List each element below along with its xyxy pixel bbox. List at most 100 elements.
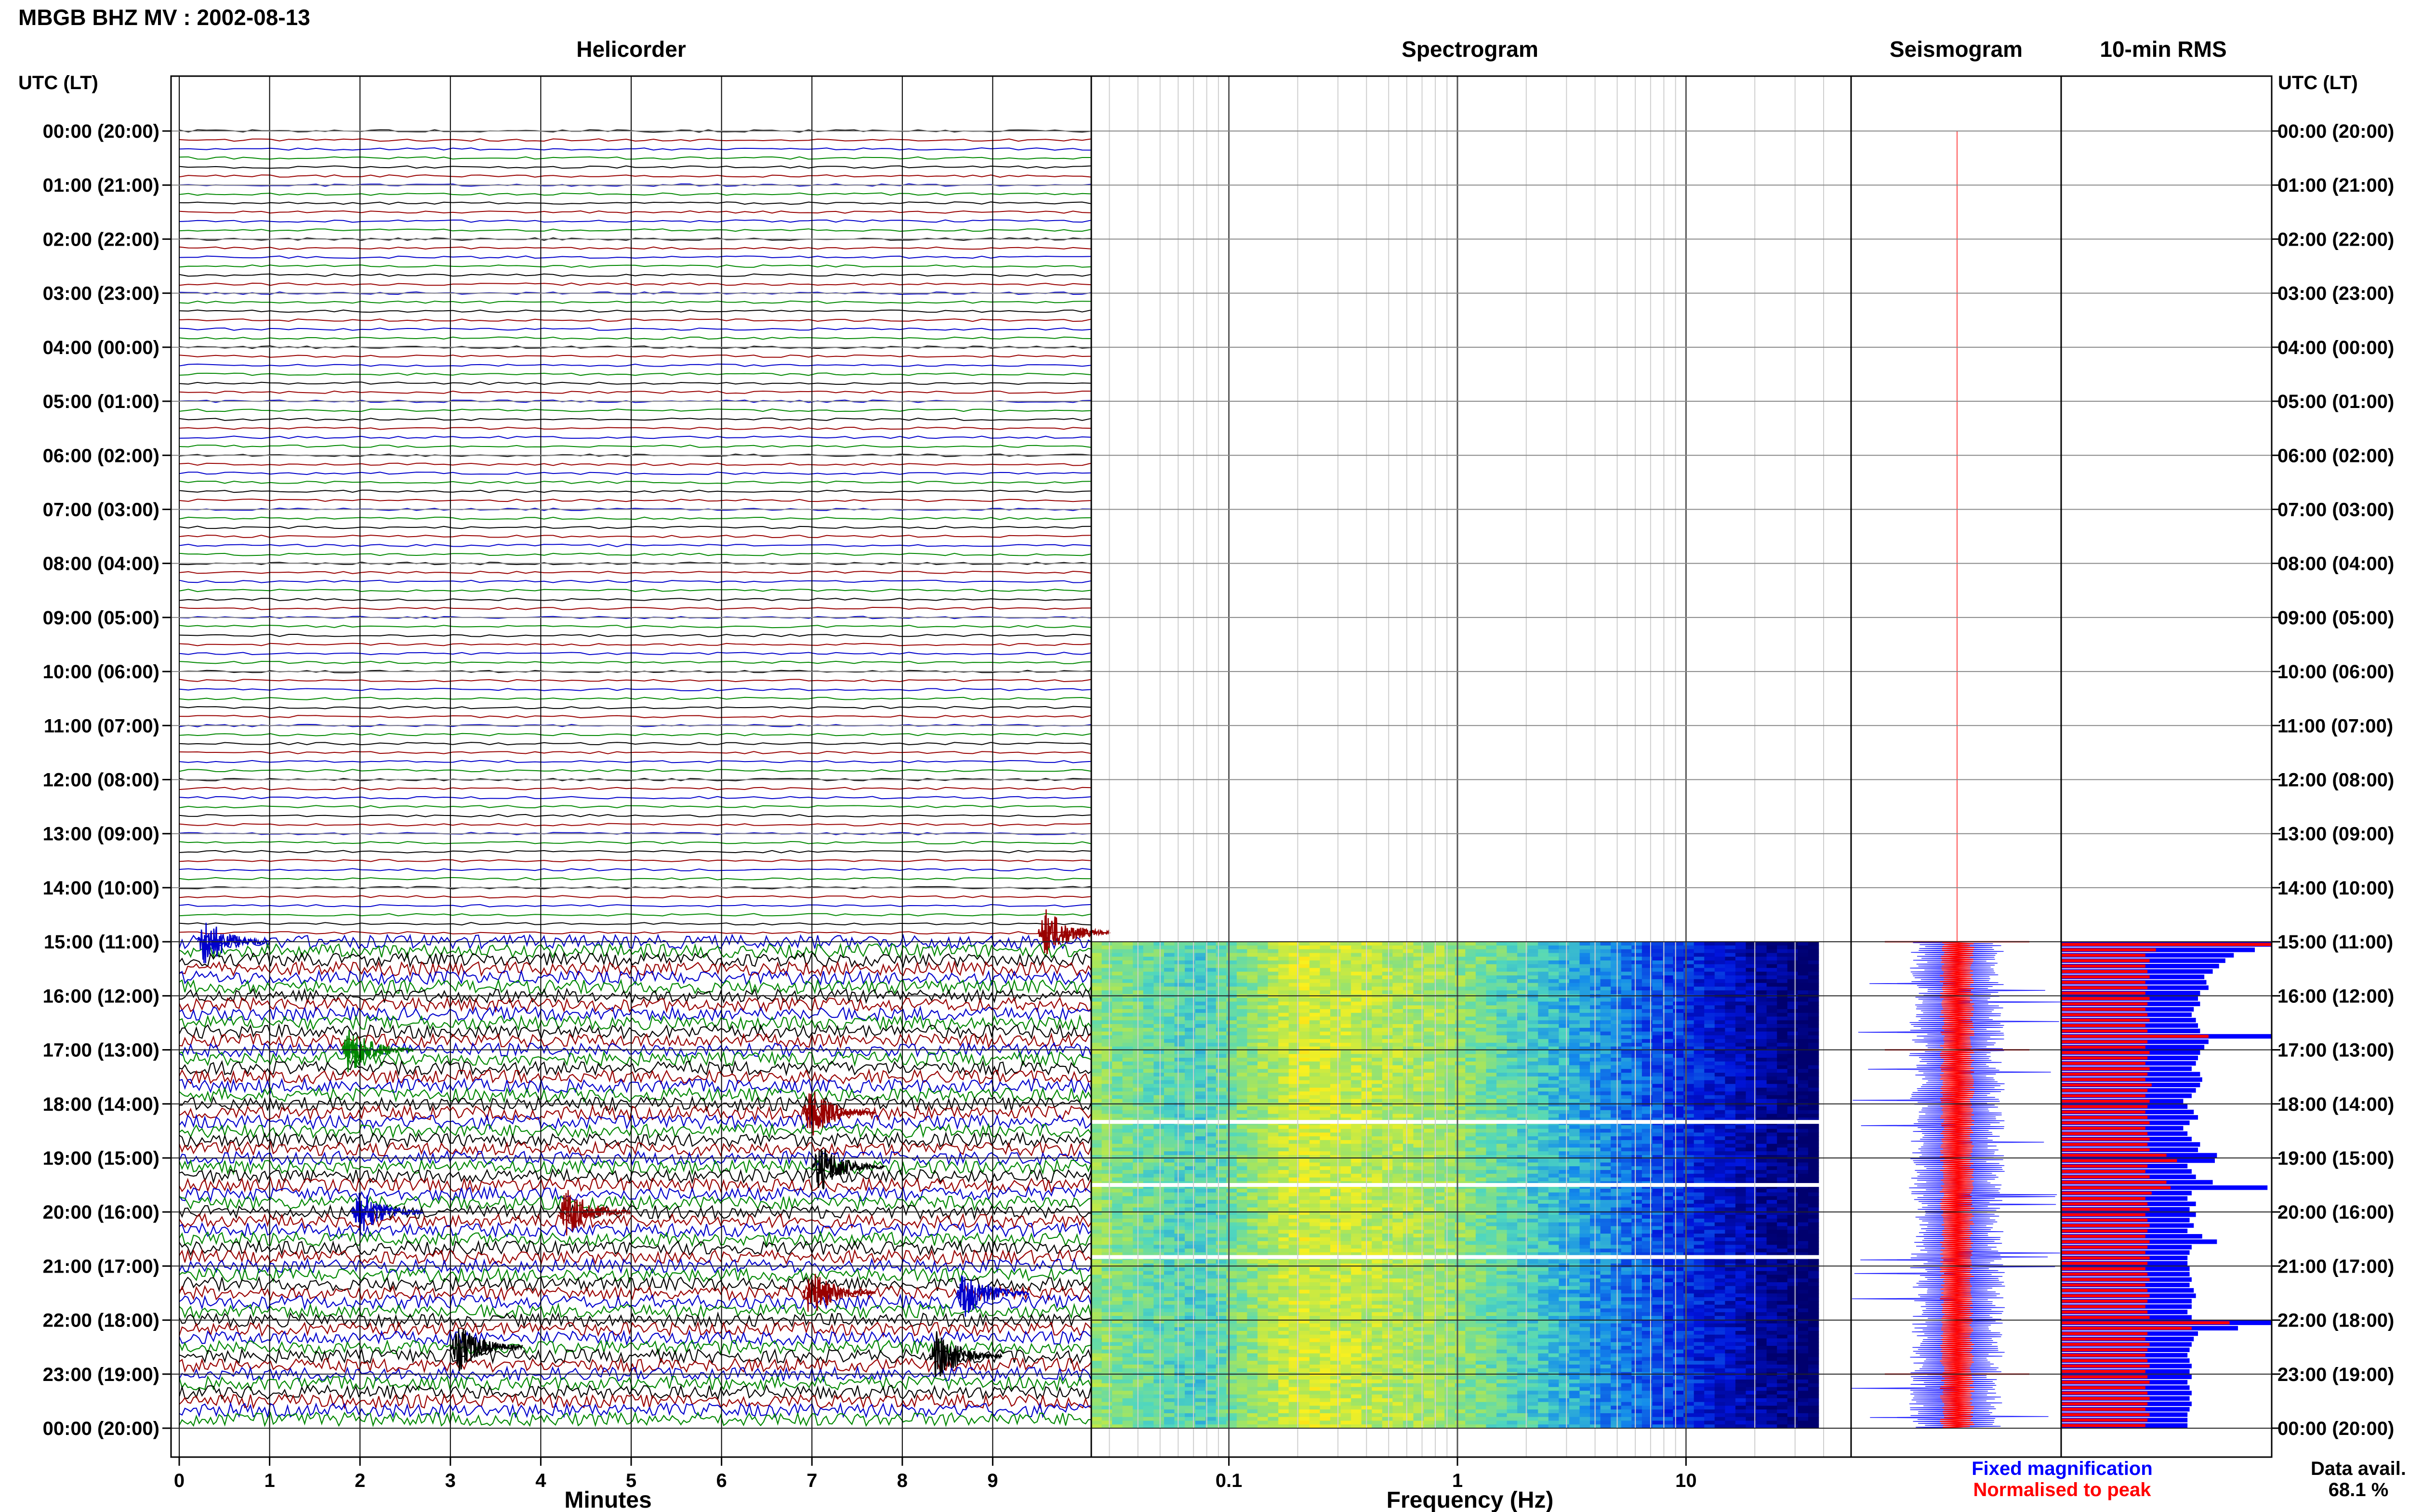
spectrogram-cell bbox=[1694, 1095, 1705, 1100]
spectrogram-cell bbox=[1569, 1095, 1580, 1100]
spectrogram-cell bbox=[1455, 1091, 1466, 1096]
spectrogram-cell bbox=[1673, 1076, 1684, 1081]
spectrogram-cell bbox=[1268, 1188, 1279, 1193]
spectrogram-cell bbox=[1257, 1091, 1269, 1096]
spectrogram-cell bbox=[1091, 983, 1102, 987]
spectrogram-cell bbox=[1787, 1173, 1799, 1178]
spectrogram-cell bbox=[1652, 1140, 1663, 1144]
spectrogram-cell bbox=[1320, 1088, 1331, 1092]
spectrogram-cell bbox=[1579, 1080, 1590, 1085]
spectrogram-cell bbox=[1496, 1084, 1508, 1088]
spectrogram-cell bbox=[1704, 1144, 1715, 1148]
spectrogram-cell bbox=[1309, 1192, 1321, 1197]
spectrogram-cell bbox=[1579, 1188, 1590, 1193]
spectrogram-cell bbox=[1538, 1158, 1549, 1163]
spectrogram-cell bbox=[1621, 1162, 1632, 1167]
spectrogram-cell bbox=[1735, 1073, 1747, 1077]
spectrogram-cell bbox=[1330, 942, 1341, 946]
spectrogram-cell bbox=[1455, 1061, 1466, 1066]
spectrogram-cell bbox=[1403, 1035, 1414, 1039]
spectrogram-cell bbox=[1465, 1073, 1476, 1077]
spectrogram-cell bbox=[1320, 1158, 1331, 1163]
spectrogram-cell bbox=[1798, 1192, 1809, 1197]
spectrogram-cell bbox=[1486, 1129, 1497, 1133]
spectrogram-cell bbox=[1559, 1001, 1570, 1006]
spectrogram-cell bbox=[1507, 1158, 1518, 1163]
spectrogram-cell bbox=[1216, 1088, 1227, 1092]
spectrogram-cell bbox=[1101, 968, 1112, 973]
spectrogram-cell bbox=[1382, 1039, 1393, 1043]
spectrogram-cell bbox=[1694, 1192, 1705, 1197]
spectrogram-cell bbox=[1153, 1054, 1165, 1058]
spectrogram-cell bbox=[1122, 1144, 1134, 1148]
spectrogram-cell bbox=[1527, 968, 1539, 973]
spectrogram-cell bbox=[1507, 1031, 1518, 1036]
spectrogram-cell bbox=[1372, 1114, 1383, 1118]
spectrogram-cell bbox=[1403, 1012, 1414, 1017]
spectrogram-cell bbox=[1808, 1196, 1819, 1200]
spectrogram-cell bbox=[1569, 1151, 1580, 1156]
spectrogram-cell bbox=[1424, 960, 1435, 965]
spectrogram-cell bbox=[1174, 1203, 1185, 1208]
spectrogram-cell bbox=[1174, 960, 1185, 965]
spectrogram-cell bbox=[1164, 968, 1175, 973]
spectrogram-cell bbox=[1424, 1080, 1435, 1085]
spectrogram-cell bbox=[1611, 1084, 1622, 1088]
spectrogram-cell bbox=[1735, 960, 1747, 965]
spectrogram-cell bbox=[1320, 1027, 1331, 1032]
spectrogram-cell bbox=[1340, 1035, 1351, 1039]
spectrogram-cell bbox=[1569, 1031, 1580, 1036]
spectrogram-cell bbox=[1548, 960, 1560, 965]
spectrogram-cell bbox=[1257, 957, 1269, 961]
spectrogram-cell bbox=[1475, 1035, 1487, 1039]
spectrogram-cell bbox=[1309, 942, 1321, 946]
spectrogram-cell bbox=[1486, 983, 1497, 987]
spectrogram-cell bbox=[1392, 942, 1403, 946]
spectrogram-cell bbox=[1278, 1106, 1289, 1111]
spectrogram-cell bbox=[1611, 942, 1622, 946]
spectrogram-cell bbox=[1403, 1076, 1414, 1081]
spectrogram-cell bbox=[1798, 1069, 1809, 1073]
spectrogram-cell bbox=[1527, 1140, 1539, 1144]
spectrogram-cell bbox=[1600, 1039, 1611, 1043]
spectrogram-cell bbox=[1704, 1155, 1715, 1159]
spectrogram-cell bbox=[1808, 1076, 1819, 1081]
spectrogram-cell bbox=[1278, 1012, 1289, 1017]
spectrogram-cell bbox=[1236, 1080, 1248, 1085]
spectrogram-cell bbox=[1787, 1155, 1799, 1159]
spectrogram-cell bbox=[1777, 953, 1788, 957]
spectrogram-cell bbox=[1538, 1042, 1549, 1047]
spectrogram-cell bbox=[1195, 1155, 1206, 1159]
spectrogram-cell bbox=[1340, 953, 1351, 957]
spectrogram-cell bbox=[1101, 1088, 1112, 1092]
spectrogram-cell bbox=[1714, 1166, 1726, 1170]
spectrogram-cell bbox=[1424, 1147, 1435, 1152]
spectrogram-cell bbox=[1548, 1129, 1560, 1133]
spectrogram-cell bbox=[1527, 1065, 1539, 1070]
spectrogram-cell bbox=[1340, 1080, 1351, 1085]
spectrogram-cell bbox=[1122, 945, 1134, 950]
spectrogram-cell bbox=[1216, 975, 1227, 980]
spectrogram-cell bbox=[1309, 1027, 1321, 1032]
spectrogram-cell bbox=[1195, 1188, 1206, 1193]
spectrogram-cell bbox=[1268, 1076, 1279, 1081]
spectrogram-cell bbox=[1455, 1136, 1466, 1141]
spectrogram-cell bbox=[1652, 986, 1663, 991]
spectrogram-cell bbox=[1652, 1027, 1663, 1032]
spectrogram-cell bbox=[1153, 1162, 1165, 1167]
spectrogram-cell bbox=[1486, 1132, 1497, 1137]
spectrogram-cell bbox=[1236, 1203, 1248, 1208]
spectrogram-cell bbox=[1611, 979, 1622, 984]
spectrogram-cell bbox=[1330, 1065, 1341, 1070]
spectrogram-cell bbox=[1101, 979, 1112, 984]
spectrogram-cell bbox=[1278, 1076, 1289, 1081]
spectrogram-cell bbox=[1527, 1158, 1539, 1163]
spectrogram-cell bbox=[1195, 1103, 1206, 1107]
spectrogram-cell bbox=[1569, 1196, 1580, 1200]
spectrogram-cell bbox=[1424, 1012, 1435, 1017]
spectrogram-cell bbox=[1299, 1065, 1310, 1070]
spectrogram-cell bbox=[1766, 990, 1777, 995]
spectrogram-cell bbox=[1268, 1042, 1279, 1047]
spectrogram-cell bbox=[1621, 953, 1632, 957]
spectrogram-cell bbox=[1122, 964, 1134, 969]
